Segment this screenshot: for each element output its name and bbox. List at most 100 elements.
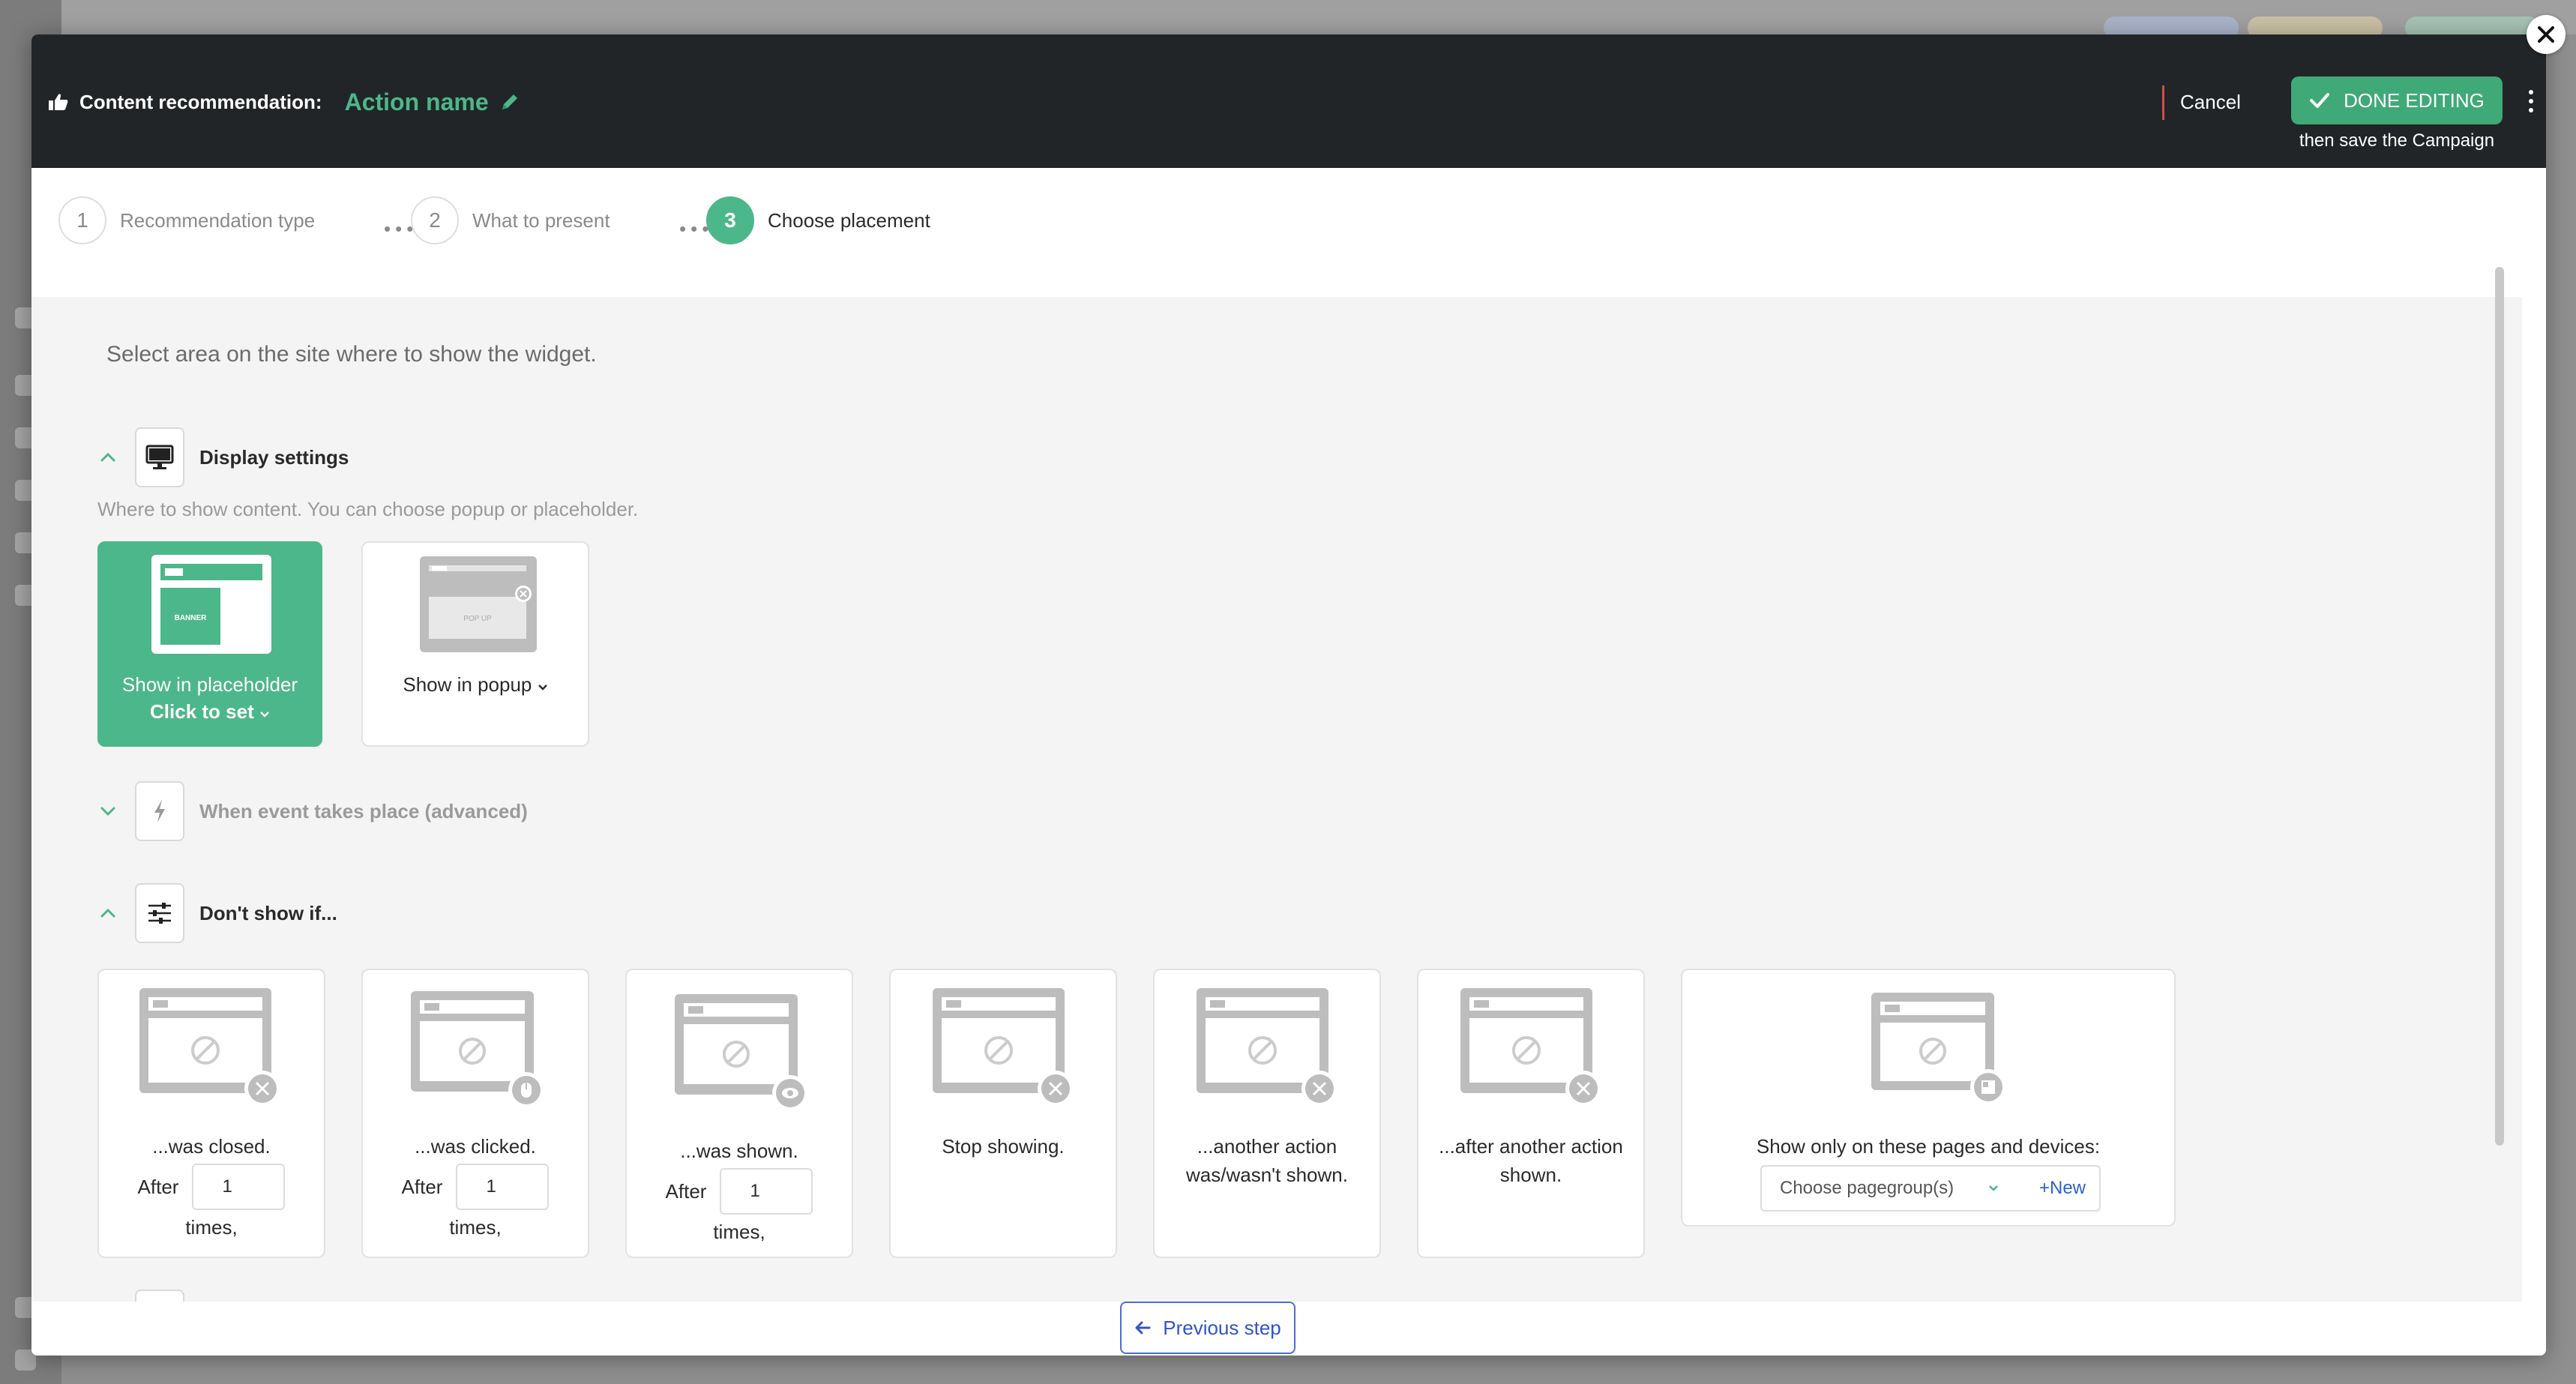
popup-card-action[interactable]: Show in popup xyxy=(363,670,588,699)
action-name[interactable]: Action name xyxy=(345,88,489,116)
modal-header: Content recommendation: Action name Canc… xyxy=(31,34,2546,168)
cancel-button[interactable]: Cancel xyxy=(2180,87,2241,117)
step-number: 2 xyxy=(411,196,459,244)
edit-name-button[interactable] xyxy=(499,91,520,112)
shown-count-input[interactable] xyxy=(720,1168,813,1215)
popup-thumb-label: POP UP xyxy=(463,615,492,623)
card-label: ...was clicked. xyxy=(415,1135,536,1158)
after-another-action-card[interactable]: ...after another action shown. xyxy=(1417,969,1645,1258)
was-clicked-card[interactable]: ...was clicked. After times, xyxy=(361,969,589,1258)
checkmark-icon xyxy=(2310,93,2330,108)
closed-count-input[interactable] xyxy=(192,1164,286,1210)
card-label-line2: shown. xyxy=(1499,1164,1562,1186)
after-label: After xyxy=(401,1175,443,1198)
previous-step-label: Previous step xyxy=(1163,1316,1281,1339)
display-settings-description: Where to show content. You can choose po… xyxy=(97,498,639,520)
display-settings-header: Display settings xyxy=(94,427,349,487)
card-label: ...was closed. xyxy=(152,1135,271,1158)
times-label: times, xyxy=(449,1216,502,1239)
arrow-left-icon xyxy=(1135,1321,1151,1335)
was-closed-illustration xyxy=(139,988,280,1107)
header-label: Content recommendation: xyxy=(79,90,322,113)
close-icon xyxy=(2538,26,2554,43)
after-label: After xyxy=(137,1175,179,1198)
section-icon xyxy=(135,427,184,487)
another-action-card[interactable]: ...another action was/wasn't shown. xyxy=(1153,969,1381,1258)
collapse-dont-show[interactable] xyxy=(94,900,121,927)
step-number: 3 xyxy=(706,196,754,244)
stop-showing-illustration xyxy=(933,988,1074,1107)
event-section-header: When event takes place (advanced) xyxy=(94,781,528,841)
done-editing-label: DONE EDITING xyxy=(2344,88,2485,112)
intro-text: Select area on the site where to show th… xyxy=(106,342,597,367)
step-choose-placement[interactable]: 3 Choose placement xyxy=(706,195,930,246)
pages-card-label: Show only on these pages and devices: xyxy=(1756,1135,2101,1158)
after-label: After xyxy=(665,1179,707,1203)
section-icon xyxy=(135,883,184,943)
step-number: 1 xyxy=(58,196,106,244)
after-row: After xyxy=(363,1164,588,1210)
kebab-dot xyxy=(2529,108,2533,112)
banner-illustration: BANNER xyxy=(151,555,271,654)
chevron-down-icon xyxy=(260,711,269,717)
section-title[interactable]: Display settings xyxy=(199,446,349,469)
placeholder-card-label: Show in placeholder xyxy=(121,673,298,696)
times-label: times, xyxy=(713,1221,765,1243)
after-row: After xyxy=(99,1164,324,1210)
was-shown-card[interactable]: ...was shown. After times, xyxy=(625,969,853,1258)
chevron-up-icon xyxy=(100,452,115,462)
show-in-placeholder-card[interactable]: BANNER Show in placeholder Click to set xyxy=(97,541,322,747)
was-closed-card[interactable]: ...was closed. After times, xyxy=(97,969,325,1258)
chevron-down-icon xyxy=(538,685,547,691)
step-recommendation-type[interactable]: 1 Recommendation type xyxy=(58,195,315,246)
stop-showing-card[interactable]: Stop showing. xyxy=(889,969,1117,1258)
collapse-display-settings[interactable] xyxy=(94,444,121,471)
section-title[interactable]: Don't show if... xyxy=(199,902,337,925)
click-to-set-label: Click to set xyxy=(150,700,254,723)
header-divider xyxy=(2162,85,2164,120)
section-icon xyxy=(135,781,184,841)
pages-devices-illustration xyxy=(1871,993,2006,1105)
banner-thumb-label: BANNER xyxy=(175,614,208,622)
close-modal-button[interactable] xyxy=(2527,15,2566,54)
pagegroup-select[interactable]: Choose pagegroup(s) +New xyxy=(1760,1165,2101,1212)
after-another-action-illustration xyxy=(1460,988,1601,1107)
popup-card-label: Show in popup xyxy=(403,673,532,696)
pagegroup-select-value: Choose pagegroup(s) xyxy=(1780,1178,1954,1198)
thumbs-up-icon xyxy=(49,94,68,110)
more-options-button[interactable] xyxy=(2524,82,2539,120)
step-what-to-present[interactable]: 2 What to present xyxy=(411,195,610,246)
was-shown-illustration xyxy=(675,994,808,1111)
pencil-icon xyxy=(502,94,517,109)
next-section-icon xyxy=(135,1290,184,1302)
another-action-illustration xyxy=(1197,988,1337,1107)
chevron-down-icon xyxy=(1989,1185,1999,1191)
kebab-dot xyxy=(2529,90,2533,94)
header-title: Content recommendation: Action name xyxy=(48,87,520,117)
step-label: What to present xyxy=(472,208,610,232)
chevron-down-icon xyxy=(100,807,115,816)
card-label-line2: was/wasn't shown. xyxy=(1186,1164,1348,1186)
card-label-line1: ...another action xyxy=(1197,1135,1337,1158)
pages-devices-card: Show only on these pages and devices: Ch… xyxy=(1681,969,2176,1227)
step-label: Recommendation type xyxy=(120,208,316,232)
previous-step-button[interactable]: Previous step xyxy=(1120,1302,1295,1354)
times-label: times, xyxy=(185,1216,238,1239)
lightning-icon xyxy=(154,800,165,822)
card-label-line1: ...after another action xyxy=(1439,1135,1623,1158)
placeholder-card-action[interactable]: Click to set xyxy=(99,697,321,726)
section-title[interactable]: When event takes place (advanced) xyxy=(199,800,528,823)
clicked-count-input[interactable] xyxy=(456,1164,550,1210)
step-label: Choose placement xyxy=(768,208,930,232)
stepper: 1 Recommendation type ••• 2 What to pres… xyxy=(31,168,2546,297)
modal-footer: Previous step xyxy=(31,1302,2546,1356)
was-clicked-illustration xyxy=(411,991,544,1108)
show-in-popup-card[interactable]: POP UP Show in popup xyxy=(361,541,589,747)
expand-event-section[interactable] xyxy=(94,798,121,825)
new-pagegroup-link[interactable]: +New xyxy=(2039,1178,2086,1199)
done-editing-button[interactable]: DONE EDITING xyxy=(2291,76,2503,124)
card-label: Stop showing. xyxy=(942,1135,1065,1158)
dont-show-header: Don't show if... xyxy=(94,883,337,943)
sliders-icon xyxy=(148,903,171,924)
content-scrollbar[interactable] xyxy=(2495,267,2504,1146)
